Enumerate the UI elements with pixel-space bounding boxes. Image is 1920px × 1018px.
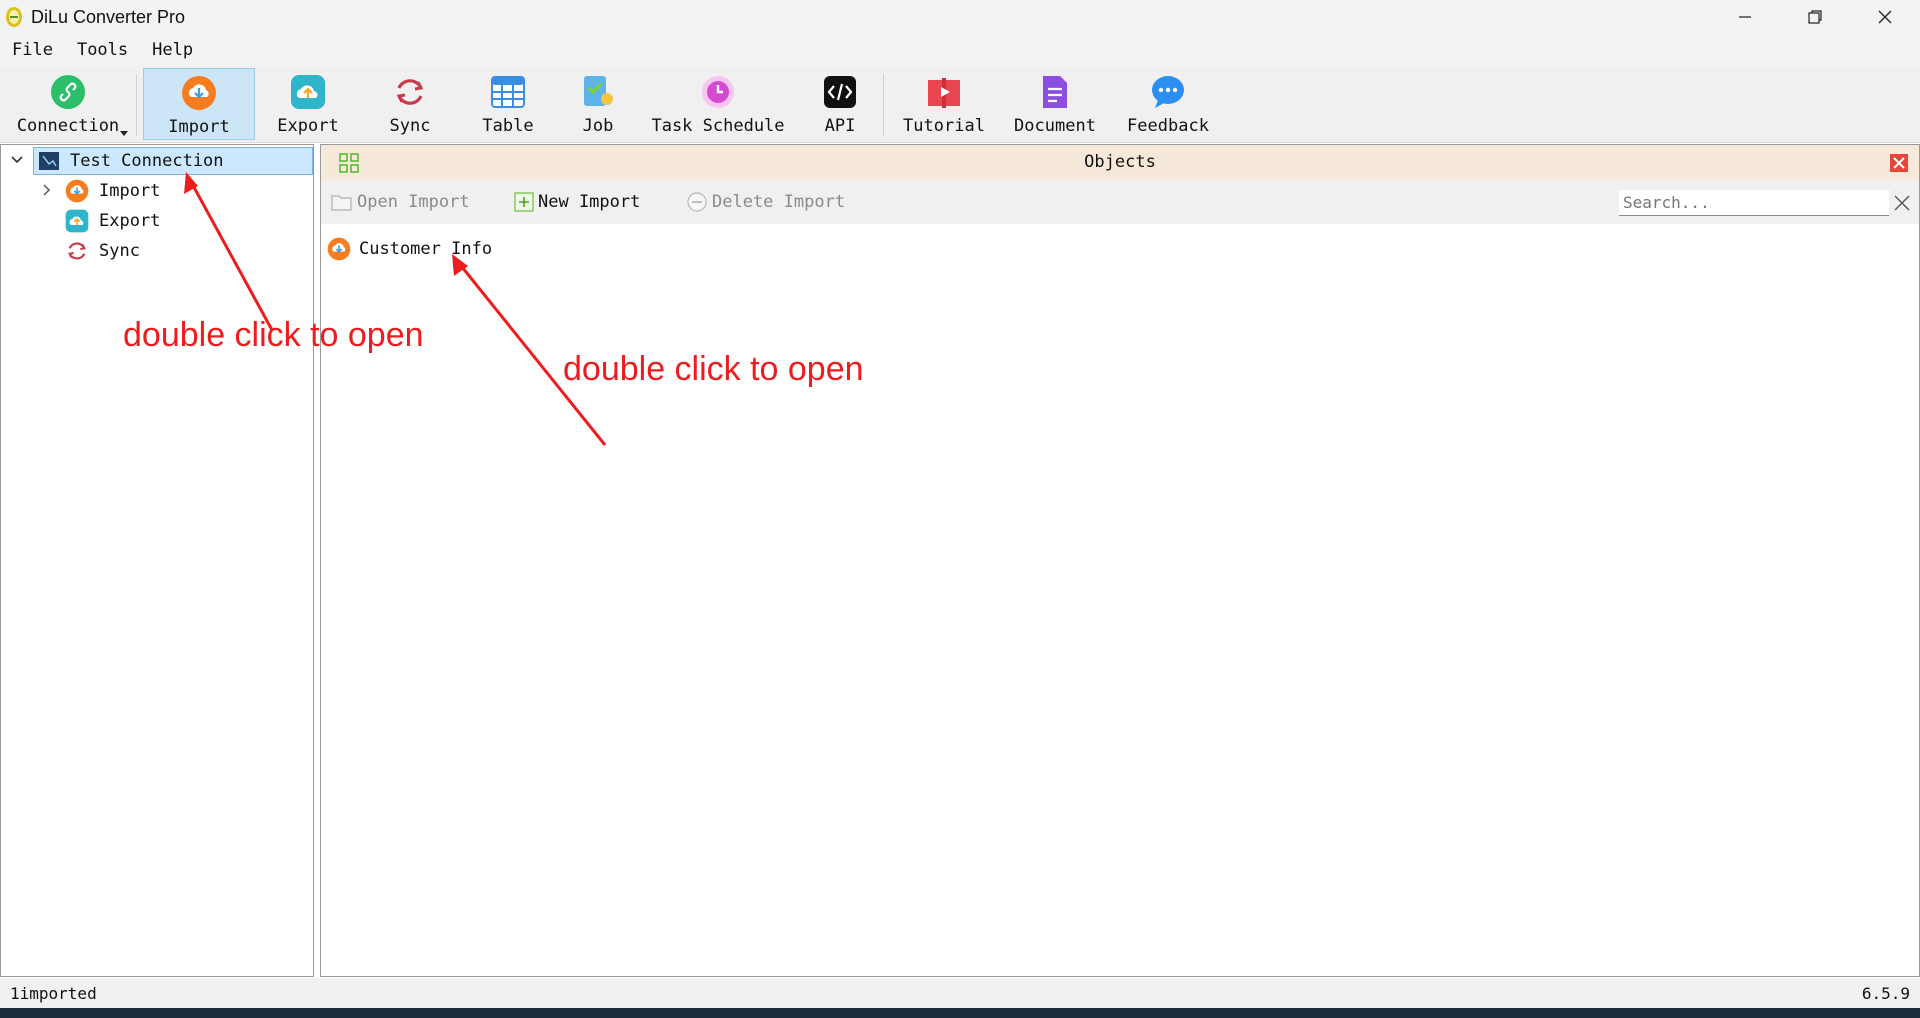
search-input[interactable] [1619, 190, 1889, 216]
folder-open-icon [331, 195, 352, 211]
tree-item-sync[interactable]: Sync [65, 237, 140, 265]
document-icon [1043, 76, 1067, 108]
feedback-label: Feedback [1127, 116, 1209, 136]
chevron-right-icon[interactable] [39, 182, 55, 198]
tutorial-button[interactable]: Tutorial [896, 68, 992, 140]
export-icon [65, 209, 89, 233]
tree-item-label: Sync [99, 241, 140, 261]
document-button[interactable]: Document [1002, 68, 1108, 140]
minimize-icon [1739, 16, 1751, 18]
objects-title: Objects [1084, 152, 1156, 172]
task-schedule-button[interactable]: Task Schedule [651, 68, 785, 140]
annotation-label: double click to open [123, 316, 424, 354]
export-icon [291, 75, 325, 109]
job-icon [584, 76, 613, 106]
sync-icon [68, 242, 86, 260]
menu-help[interactable]: Help [140, 34, 205, 66]
tree-item-import[interactable]: Import [65, 177, 160, 205]
status-bar: 1imported 6.5.9 [0, 978, 1920, 1008]
taskbar-strip [0, 1008, 1920, 1018]
new-import-button[interactable]: New Import [514, 180, 640, 224]
chevron-down-icon[interactable] [9, 152, 25, 168]
menu-tools[interactable]: Tools [65, 34, 140, 66]
tree-item-export[interactable]: Export [65, 207, 160, 235]
task-schedule-label: Task Schedule [651, 116, 785, 136]
objects-panel: Objects Open Import New Import Delete Im… [320, 144, 1920, 977]
restore-button[interactable] [1780, 0, 1850, 34]
tree-item-test-connection[interactable]: Test Connection [33, 147, 313, 175]
list-item-customer-info[interactable]: Customer Info [327, 235, 492, 263]
import-button[interactable]: Import [143, 68, 255, 140]
menu-file[interactable]: File [0, 34, 65, 66]
tree-item-label: Export [99, 211, 161, 231]
sync-icon [396, 79, 424, 105]
clear-search-icon[interactable] [1893, 194, 1911, 212]
sync-label: Sync [389, 116, 431, 136]
main-toolbar: Connection Import Export Sync Table Job … [0, 66, 1920, 143]
link-icon [51, 75, 85, 109]
open-import-label: Open Import [357, 192, 470, 212]
connection-dropdown-caret[interactable] [120, 131, 128, 136]
objects-toolbar: Open Import New Import Delete Import [321, 180, 1919, 224]
objects-header: Objects [321, 145, 1919, 180]
job-label: Job [582, 116, 614, 136]
window-title: DiLu Converter Pro [31, 6, 186, 27]
document-label: Document [1014, 116, 1096, 136]
new-import-label: New Import [538, 192, 641, 212]
restore-icon [1808, 10, 1822, 24]
api-label: API [824, 116, 856, 136]
minus-circle-icon [687, 192, 707, 212]
video-book-icon [928, 78, 960, 108]
job-button[interactable]: Job [552, 68, 644, 140]
close-panel-icon[interactable] [1889, 153, 1909, 173]
close-window-button[interactable] [1850, 0, 1920, 34]
title-bar: DiLu Converter Pro [0, 0, 1920, 34]
import-icon [327, 237, 351, 261]
menu-bar: File Tools Help [0, 34, 1920, 66]
connection-label: Connection [16, 116, 120, 136]
connection-tree: Test Connection Import Export Sync [0, 144, 314, 977]
annotation-label: double click to open [563, 350, 864, 388]
clock-icon [702, 76, 734, 108]
api-button[interactable]: API [794, 68, 886, 140]
delete-import-button[interactable]: Delete Import [686, 180, 845, 224]
table-label: Table [482, 116, 534, 136]
export-label: Export [277, 116, 339, 136]
code-icon [824, 76, 856, 108]
import-icon [182, 76, 216, 110]
status-text: 1imported [10, 983, 97, 1003]
import-icon [65, 179, 89, 203]
minimize-button[interactable] [1710, 0, 1780, 34]
database-connection-icon [39, 152, 59, 170]
toolbar-separator [136, 74, 137, 136]
tree-root-label: Test Connection [70, 151, 224, 171]
feedback-button[interactable]: Feedback [1118, 68, 1218, 140]
version-label: 6.5.9 [1861, 983, 1910, 1003]
connection-button[interactable]: Connection [10, 68, 126, 140]
toolbar-separator [883, 74, 884, 136]
close-icon [1878, 10, 1892, 24]
delete-import-label: Delete Import [712, 192, 846, 212]
open-import-button[interactable]: Open Import [331, 180, 470, 224]
chat-bubble-icon [1152, 76, 1184, 108]
tree-item-label: Import [99, 181, 161, 201]
sync-button[interactable]: Sync [364, 68, 456, 140]
list-item-label: Customer Info [359, 239, 493, 259]
table-icon [491, 76, 525, 108]
import-label: Import [168, 117, 230, 137]
export-button[interactable]: Export [262, 68, 354, 140]
plus-icon [514, 192, 534, 212]
app-logo-icon [6, 7, 22, 27]
table-button[interactable]: Table [462, 68, 554, 140]
tutorial-label: Tutorial [903, 116, 985, 136]
